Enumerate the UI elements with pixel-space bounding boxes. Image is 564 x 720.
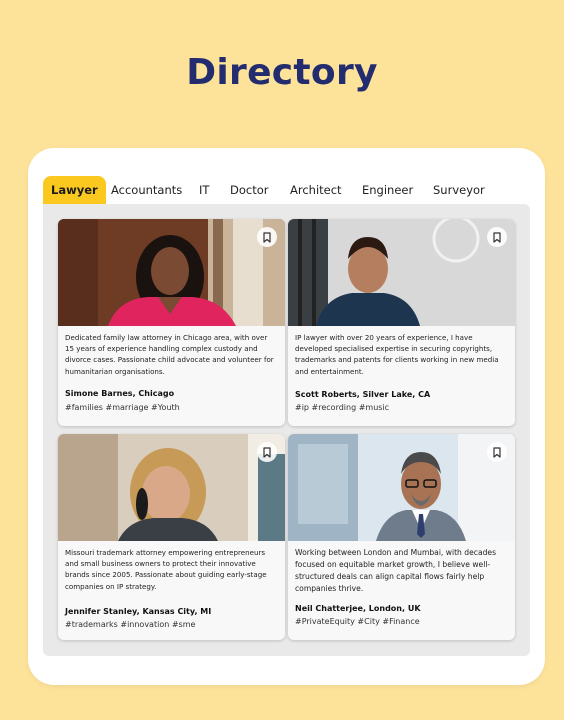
tab-panel: Dedicated family law attorney in Chicago… xyxy=(43,204,530,656)
tab-doctor[interactable]: Doctor xyxy=(230,176,269,204)
profile-photo xyxy=(288,434,515,541)
profile-card[interactable]: Missouri trademark attorney empowering e… xyxy=(58,434,285,640)
category-tabs: Lawyer Accountants IT Doctor Architect E… xyxy=(43,176,533,204)
profile-photo xyxy=(288,219,515,326)
bookmark-icon[interactable] xyxy=(487,227,507,247)
profile-description: Working between London and Mumbai, with … xyxy=(295,548,497,593)
profile-name: Neil Chatterjee, London, UK xyxy=(295,604,421,613)
profile-name: Scott Roberts, Silver Lake, CA xyxy=(295,390,431,399)
profile-name: Simone Barnes, Chicago xyxy=(65,389,175,398)
profile-card[interactable]: IP lawyer with over 20 years of experien… xyxy=(288,219,515,426)
profile-description: IP lawyer with over 20 years of experien… xyxy=(295,333,499,376)
profile-card[interactable]: Dedicated family law attorney in Chicago… xyxy=(58,219,285,426)
profile-description: Missouri trademark attorney empowering e… xyxy=(65,548,267,591)
tab-it[interactable]: IT xyxy=(199,176,209,204)
bookmark-icon[interactable] xyxy=(257,442,277,462)
tab-lawyer[interactable]: Lawyer xyxy=(43,176,106,204)
profile-tags: #families #marriage #Youth xyxy=(65,403,180,412)
profile-name: Jennifer Stanley, Kansas City, MI xyxy=(65,607,212,616)
profile-card[interactable]: Working between London and Mumbai, with … xyxy=(288,434,515,640)
tab-accountants[interactable]: Accountants xyxy=(111,176,182,204)
profile-tags: #trademarks #innovation #sme xyxy=(65,620,196,629)
profile-description: Dedicated family law attorney in Chicago… xyxy=(65,333,274,376)
bookmark-icon[interactable] xyxy=(257,227,277,247)
tab-engineer[interactable]: Engineer xyxy=(362,176,413,204)
profile-tags: #PrivateEquity #City #Finance xyxy=(295,617,420,626)
tab-architect[interactable]: Architect xyxy=(290,176,342,204)
profile-photo xyxy=(58,434,285,541)
profile-tags: #ip #recording #music xyxy=(295,403,390,412)
directory-card: Lawyer Accountants IT Doctor Architect E… xyxy=(28,148,545,685)
tab-surveyor[interactable]: Surveyor xyxy=(433,176,485,204)
profile-photo xyxy=(58,219,285,326)
bookmark-icon[interactable] xyxy=(487,442,507,462)
page-title: Directory xyxy=(186,52,378,93)
